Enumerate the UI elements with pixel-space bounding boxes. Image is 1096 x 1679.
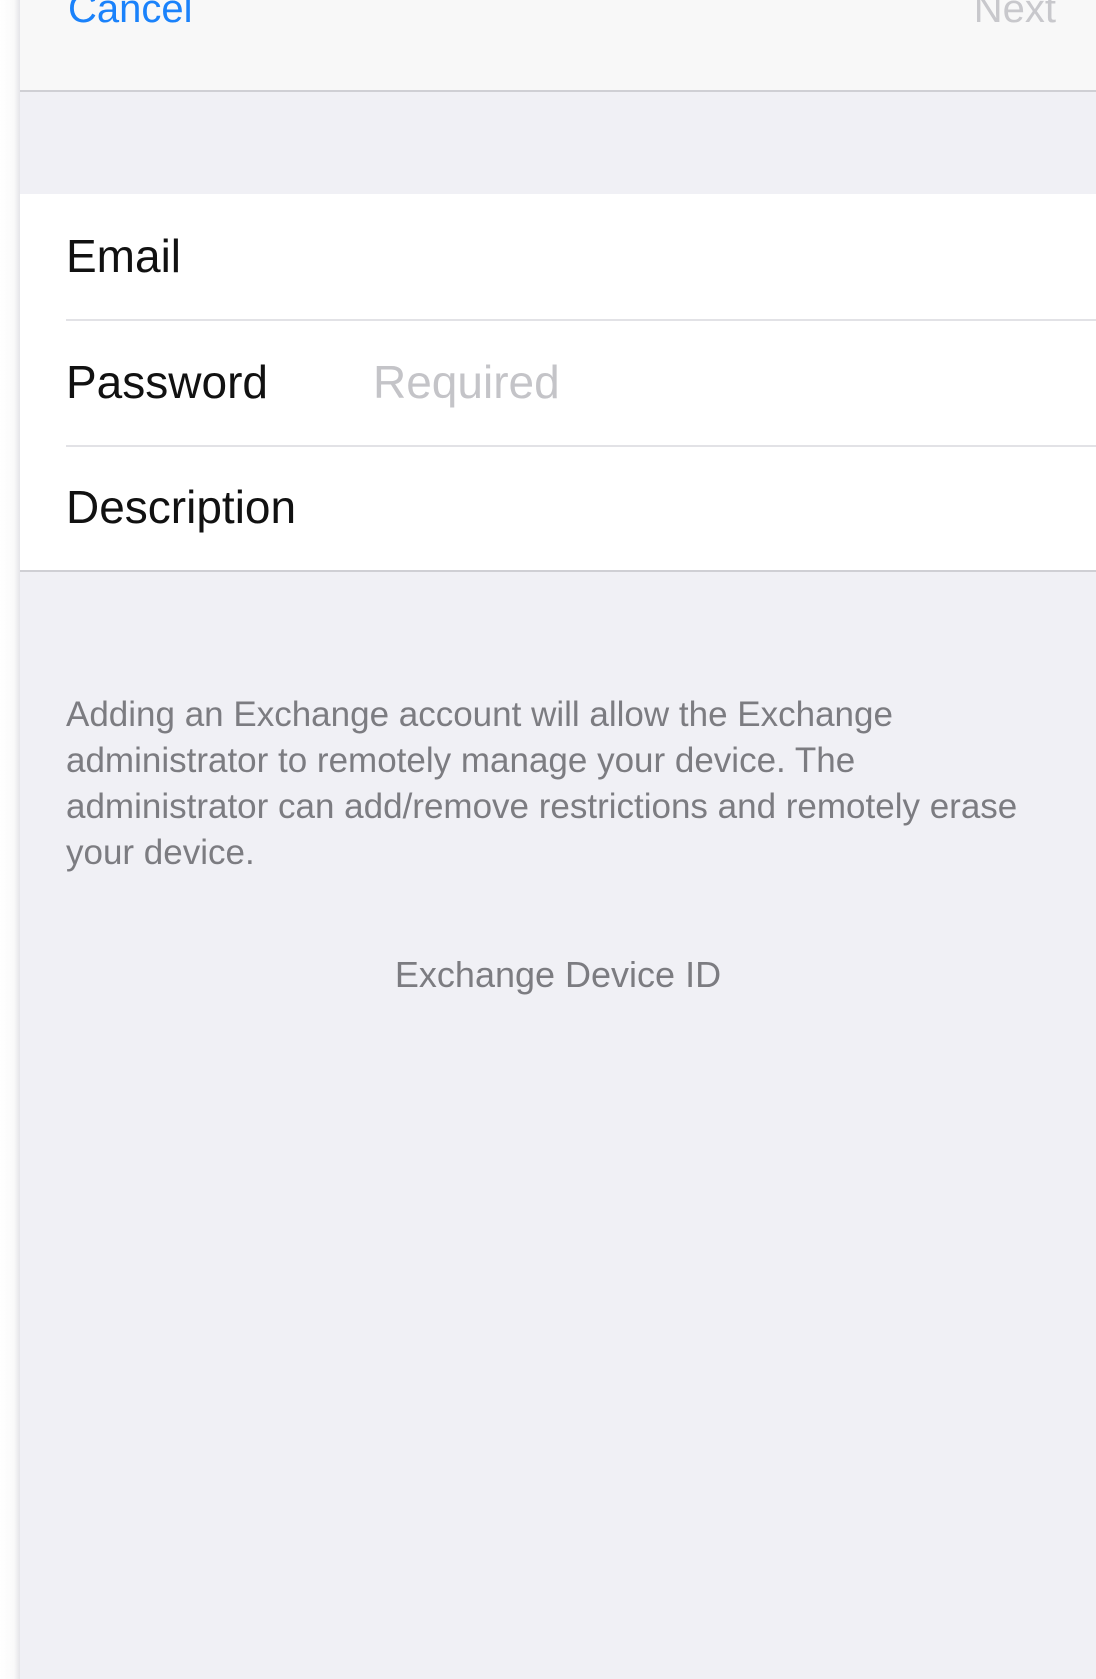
exchange-info-text: Adding an Exchange account will allow th… bbox=[66, 695, 1018, 872]
device-edge bbox=[0, 0, 20, 1679]
email-label: Email bbox=[66, 230, 182, 282]
description-row[interactable]: Description bbox=[66, 445, 1096, 570]
password-label: Password bbox=[66, 356, 268, 408]
password-row[interactable]: Password bbox=[66, 320, 1096, 447]
email-row[interactable]: Email bbox=[66, 194, 1096, 321]
account-form: Email Password Description bbox=[20, 194, 1096, 572]
next-button[interactable]: Next bbox=[974, 0, 1056, 32]
exchange-account-screen: Cancel Next Email Password Description A… bbox=[20, 0, 1096, 1679]
cancel-button[interactable]: Cancel bbox=[68, 0, 193, 32]
exchange-device-id-link[interactable]: Exchange Device ID bbox=[20, 952, 1096, 998]
password-field[interactable] bbox=[373, 354, 1053, 410]
description-label: Description bbox=[66, 481, 297, 533]
email-field[interactable] bbox=[373, 228, 1053, 284]
description-field[interactable] bbox=[373, 479, 1053, 535]
navigation-bar: Cancel Next bbox=[20, 0, 1096, 92]
